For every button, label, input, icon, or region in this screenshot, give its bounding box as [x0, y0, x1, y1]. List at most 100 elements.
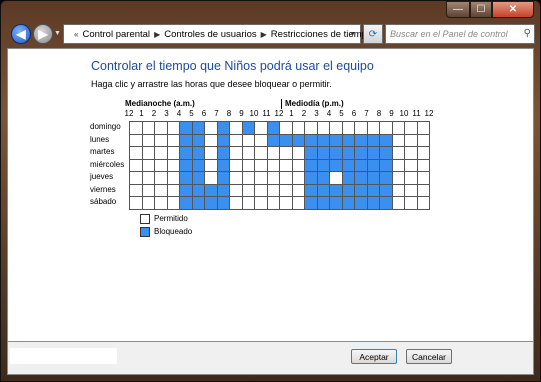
- hour-cell[interactable]: [304, 158, 318, 172]
- hour-cell[interactable]: [179, 133, 193, 147]
- address-bar[interactable]: « Control parental ▶ Controles de usuari…: [63, 24, 372, 44]
- forward-button[interactable]: ▶: [33, 24, 53, 44]
- hour-cell[interactable]: [229, 171, 243, 185]
- hour-cell[interactable]: [179, 146, 193, 160]
- hour-cell[interactable]: [241, 121, 255, 135]
- hour-cell[interactable]: [154, 183, 168, 197]
- hour-cell[interactable]: [391, 133, 405, 147]
- hour-cell[interactable]: [129, 146, 143, 160]
- hour-cell[interactable]: [416, 196, 430, 210]
- hour-cell[interactable]: [279, 171, 293, 185]
- hour-cell[interactable]: [416, 171, 430, 185]
- back-button[interactable]: ◀: [11, 24, 31, 44]
- hour-cell[interactable]: [141, 183, 155, 197]
- hour-cell[interactable]: [304, 196, 318, 210]
- hour-cell[interactable]: [216, 146, 230, 160]
- hour-cell[interactable]: [204, 146, 218, 160]
- hour-cell[interactable]: [179, 196, 193, 210]
- hour-cell[interactable]: [154, 158, 168, 172]
- hour-cell[interactable]: [416, 158, 430, 172]
- hour-cell[interactable]: [379, 196, 393, 210]
- hour-cell[interactable]: [329, 146, 343, 160]
- hour-cell[interactable]: [241, 133, 255, 147]
- hour-cell[interactable]: [354, 183, 368, 197]
- hour-cell[interactable]: [266, 183, 280, 197]
- hour-cell[interactable]: [179, 158, 193, 172]
- hour-cell[interactable]: [379, 133, 393, 147]
- hour-cell[interactable]: [254, 133, 268, 147]
- hour-cell[interactable]: [141, 133, 155, 147]
- hour-cell[interactable]: [391, 121, 405, 135]
- hour-cell[interactable]: [166, 121, 180, 135]
- hour-cell[interactable]: [191, 133, 205, 147]
- hour-cell[interactable]: [129, 133, 143, 147]
- hour-cell[interactable]: [216, 171, 230, 185]
- hour-cell[interactable]: [279, 133, 293, 147]
- hour-cell[interactable]: [291, 183, 305, 197]
- hour-cell[interactable]: [254, 183, 268, 197]
- hour-cell[interactable]: [291, 133, 305, 147]
- hour-cell[interactable]: [154, 146, 168, 160]
- hour-cell[interactable]: [304, 146, 318, 160]
- hour-cell[interactable]: [416, 133, 430, 147]
- hour-cell[interactable]: [391, 171, 405, 185]
- hour-cell[interactable]: [166, 133, 180, 147]
- hour-cell[interactable]: [316, 171, 330, 185]
- hour-cell[interactable]: [241, 158, 255, 172]
- hour-cell[interactable]: [216, 183, 230, 197]
- hour-cell[interactable]: [316, 158, 330, 172]
- hour-cell[interactable]: [379, 146, 393, 160]
- hour-cell[interactable]: [179, 183, 193, 197]
- breadcrumb-separator-icon[interactable]: ▶: [154, 30, 160, 39]
- hour-cell[interactable]: [391, 158, 405, 172]
- hour-cell[interactable]: [204, 171, 218, 185]
- hour-cell[interactable]: [266, 171, 280, 185]
- hour-cell[interactable]: [229, 146, 243, 160]
- search-icon[interactable]: ⚲: [524, 28, 531, 39]
- hour-cell[interactable]: [354, 121, 368, 135]
- hour-cell[interactable]: [141, 158, 155, 172]
- hour-cell[interactable]: [366, 171, 380, 185]
- hour-cell[interactable]: [366, 121, 380, 135]
- hour-cell[interactable]: [291, 158, 305, 172]
- hour-cell[interactable]: [141, 121, 155, 135]
- hour-cell[interactable]: [129, 171, 143, 185]
- hour-cell[interactable]: [191, 171, 205, 185]
- hour-cell[interactable]: [241, 146, 255, 160]
- hour-cell[interactable]: [279, 158, 293, 172]
- hour-cell[interactable]: [204, 158, 218, 172]
- breadcrumb-controles-usuarios[interactable]: Controles de usuarios: [164, 29, 256, 40]
- hour-cell[interactable]: [191, 146, 205, 160]
- hour-cell[interactable]: [366, 133, 380, 147]
- hour-cell[interactable]: [366, 183, 380, 197]
- hour-cell[interactable]: [316, 196, 330, 210]
- hour-cell[interactable]: [354, 158, 368, 172]
- hour-cell[interactable]: [241, 171, 255, 185]
- hour-cell[interactable]: [129, 196, 143, 210]
- hour-cell[interactable]: [404, 171, 418, 185]
- hour-cell[interactable]: [166, 171, 180, 185]
- hour-cell[interactable]: [279, 146, 293, 160]
- root-marker[interactable]: «: [74, 30, 78, 39]
- hour-cell[interactable]: [241, 183, 255, 197]
- breadcrumb-separator-icon[interactable]: ▶: [261, 30, 267, 39]
- hour-cell[interactable]: [304, 183, 318, 197]
- hour-cell[interactable]: [166, 183, 180, 197]
- refresh-button[interactable]: ⟳: [363, 24, 383, 44]
- hour-cell[interactable]: [341, 171, 355, 185]
- hour-cell[interactable]: [404, 133, 418, 147]
- hour-cell[interactable]: [291, 146, 305, 160]
- hour-cell[interactable]: [266, 121, 280, 135]
- hour-cell[interactable]: [266, 158, 280, 172]
- hour-cell[interactable]: [404, 183, 418, 197]
- hour-cell[interactable]: [366, 158, 380, 172]
- hour-cell[interactable]: [391, 146, 405, 160]
- hour-cell[interactable]: [379, 121, 393, 135]
- hour-cell[interactable]: [229, 183, 243, 197]
- hour-cell[interactable]: [266, 133, 280, 147]
- hour-cell[interactable]: [329, 171, 343, 185]
- hour-cell[interactable]: [354, 171, 368, 185]
- hour-cell[interactable]: [304, 121, 318, 135]
- hour-cell[interactable]: [254, 158, 268, 172]
- hour-cell[interactable]: [254, 171, 268, 185]
